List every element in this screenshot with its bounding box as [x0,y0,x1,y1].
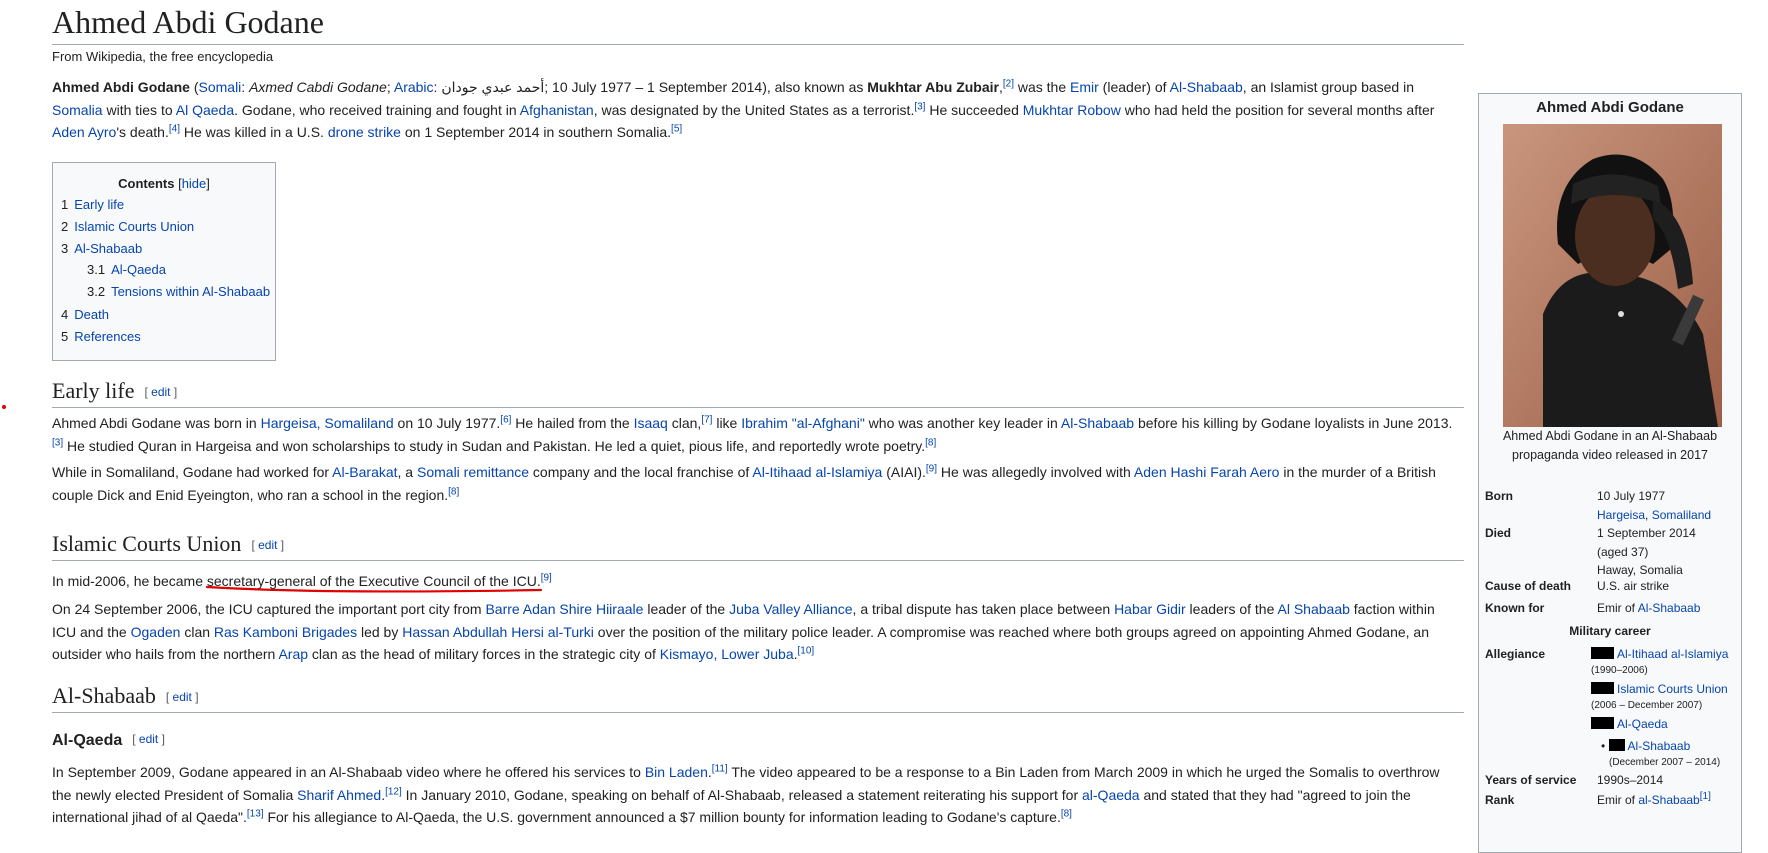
ref-13[interactable]: [13] [247,808,264,819]
toc-title: Contents [hide] [118,176,210,191]
intro-paragraph: Ahmed Abdi Godane (Somali: Axmed Cabdi G… [52,78,1435,140]
red-dot-mark [2,405,6,409]
link-somali[interactable]: Somali [199,79,242,95]
ref-12[interactable]: [12] [385,786,402,797]
heading-early-life: Early life[ edit ] [52,375,1464,408]
ref-8[interactable]: [8] [925,437,936,448]
ref-3[interactable]: [3] [914,101,925,112]
link-emir[interactable]: Emir [1070,79,1099,95]
ref-1[interactable]: [1] [1700,791,1711,802]
link-afghanistan[interactable]: Afghanistan [520,102,594,118]
edit-section-early-life: [ edit ] [144,385,178,399]
link-rank-al-shabaab[interactable]: al-Shabaab [1638,793,1699,807]
link-ibrahim-al-afghani[interactable]: Ibrahim "al-Afghani" [741,415,865,431]
link-somaliland[interactable]: Somaliland [1652,508,1711,522]
link-al-qaeda[interactable]: Al Qaeda [176,102,234,118]
infobox-military-career: Military career [1569,624,1651,638]
link-al-barakat[interactable]: Al-Barakat [332,464,397,480]
link-known-al-shabaab[interactable]: Al-Shabaab [1638,601,1701,615]
ref-9[interactable]: [9] [926,463,937,474]
toc-item-islamic-courts-union[interactable]: 2 Islamic Courts Union [61,218,194,236]
link-al-shabaab-2[interactable]: Al-Shabaab [1061,415,1134,431]
link-juba-valley-alliance[interactable]: Juba Valley Alliance [729,601,852,617]
ref-4[interactable]: [4] [169,123,180,134]
toc-item-al-shabaab[interactable]: 3 Al-Shabaab [61,240,142,258]
ref-5[interactable]: [5] [671,123,682,134]
link-barre-adan[interactable]: Barre Adan Shire Hiiraale [485,601,643,617]
ref-3b[interactable]: [3] [52,437,63,448]
link-habar-gidir[interactable]: Habar Gidir [1114,601,1186,617]
infobox: Ahmed Abdi Godane Ahmed Abdi Godane in a… [1478,93,1742,853]
ref-11[interactable]: [11] [712,763,728,774]
ref-2[interactable]: [2] [1003,78,1014,89]
link-somali-remittance[interactable]: Somali remittance [417,464,529,480]
link-sharif-ahmed[interactable]: Sharif Ahmed [297,787,381,803]
link-allegiance-al-shabaab[interactable]: Al-Shabaab [1628,739,1691,753]
red-underline-annotation [205,585,543,593]
flag-icon [1591,682,1614,694]
edit-section-icu: [ edit ] [251,538,285,552]
arabic-name: أحمد عبدي جودان [441,79,545,95]
link-arap[interactable]: Arap [278,646,308,662]
ref-10[interactable]: [10] [798,645,815,656]
ref-9b[interactable]: [9] [541,572,552,583]
table-of-contents: Contents [hide] 1 Early life 2 Islamic Cou… [52,162,276,361]
link-hassan-al-turki[interactable]: Hassan Abdullah Hersi al-Turki [402,624,594,640]
link-drone-strike[interactable]: drone strike [328,124,401,140]
icu-paragraph-2: On 24 September 2006, the ICU captured t… [52,601,1435,662]
infobox-caption: Ahmed Abdi Godane in an Al-Shabaab propa… [1502,429,1718,462]
ref-8c[interactable]: [8] [1061,808,1072,819]
link-mukhtar-robow[interactable]: Mukhtar Robow [1023,102,1121,118]
link-al-shabaab[interactable]: Al-Shabaab [1170,79,1243,95]
toc-item-tensions[interactable]: 3.2 Tensions within Al-Shabaab [87,283,270,301]
link-allegiance-aiai[interactable]: Al-Itihaad al-Islamiya [1617,647,1728,661]
link-somalia[interactable]: Somalia [52,102,103,118]
link-al-itihaad[interactable]: Al-Itihaad al-Islamiya [752,464,882,480]
link-aden-hashi-farah-aero[interactable]: Aden Hashi Farah Aero [1134,464,1280,480]
toc-item-death[interactable]: 4 Death [61,306,109,324]
ref-7[interactable]: [7] [701,414,712,425]
alias: Mukhtar Abu Zubair [867,79,999,95]
early-life-paragraph-1: Ahmed Abdi Godane was born in Hargeisa, … [52,414,1453,454]
link-isaaq[interactable]: Isaaq [634,415,668,431]
flag-icon [1591,717,1614,729]
link-arabic[interactable]: Arabic [394,79,434,95]
subject-name: Ahmed Abdi Godane [52,79,190,95]
early-life-paragraph-2: While in Somaliland, Godane had worked f… [52,463,1436,503]
somali-name: Axmed Cabdi Godane [249,79,387,95]
ref-8b[interactable]: [8] [448,486,459,497]
site-tagline: From Wikipedia, the free encyclopedia [52,49,274,64]
infobox-title: Ahmed Abdi Godane [1536,99,1684,116]
link-aden-ayro[interactable]: Aden Ayro [52,124,116,140]
page-title: Ahmed Abdi Godane [52,2,1464,45]
link-al-shabaab-3[interactable]: Al Shabaab [1278,601,1350,617]
heading-islamic-courts-union: Islamic Courts Union[ edit ] [52,528,1464,561]
link-ogaden[interactable]: Ogaden [131,624,181,640]
link-bin-laden[interactable]: Bin Laden [645,764,708,780]
flag-icon [1608,739,1625,751]
flag-icon [1591,647,1614,659]
edit-section-al-shabaab: [ edit ] [165,690,199,704]
link-ras-kamboni[interactable]: Ras Kamboni Brigades [214,624,357,640]
toc-item-al-qaeda[interactable]: 3.1 Al-Qaeda [87,261,166,279]
edit-section-al-qaeda: [ edit ] [132,732,165,746]
link-al-qaeda-2[interactable]: al-Qaeda [1082,787,1140,803]
al-qaeda-paragraph: In September 2009, Godane appeared in an… [52,763,1440,825]
link-allegiance-al-qaeda[interactable]: Al-Qaeda [1617,717,1668,731]
portrait-image[interactable] [1503,124,1722,427]
ref-6[interactable]: [6] [500,414,511,425]
link-allegiance-icu[interactable]: Islamic Courts Union [1617,682,1728,696]
toc-item-early-life[interactable]: 1 Early life [61,196,124,214]
link-hargeisa[interactable]: Hargeisa [1597,508,1645,522]
toc-hide-link[interactable]: hide [182,176,207,191]
heading-al-shabaab: Al-Shabaab[ edit ] [52,680,1464,713]
heading-al-qaeda: Al-Qaeda[ edit ] [52,732,165,749]
link-kismayo[interactable]: Kismayo, Lower Juba [660,646,794,662]
link-hargeisa-somaliland[interactable]: Hargeisa, Somaliland [261,415,394,431]
toc-item-references[interactable]: 5 References [61,328,141,346]
